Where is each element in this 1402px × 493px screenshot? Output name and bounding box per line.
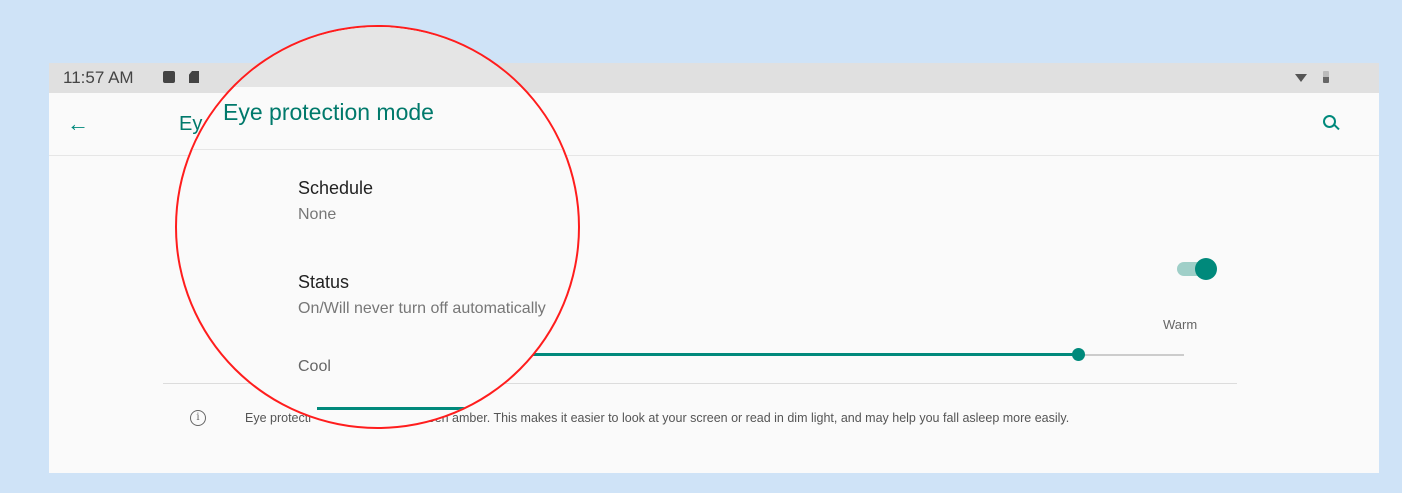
toggle-thumb bbox=[1195, 258, 1217, 280]
info-icon: i bbox=[190, 410, 206, 426]
schedule-title[interactable]: Schedule bbox=[298, 178, 373, 199]
arrow-back-icon[interactable]: ← bbox=[67, 111, 89, 137]
slider-thumb[interactable] bbox=[1071, 348, 1085, 361]
intensity-slider[interactable] bbox=[519, 348, 1184, 361]
magnifier-slider bbox=[317, 407, 467, 410]
page-title: Eye protection mode bbox=[223, 99, 434, 125]
battery-icon bbox=[1323, 71, 1329, 83]
status-value: On/Will never turn off automatically bbox=[298, 300, 546, 317]
image-icon bbox=[163, 71, 175, 83]
magnifier-statusbar bbox=[177, 27, 578, 87]
status-toggle[interactable] bbox=[1177, 258, 1217, 280]
magnifier-slider-segment bbox=[532, 356, 578, 358]
slider-max-label: Warm bbox=[1163, 317, 1198, 332]
status-title[interactable]: Status bbox=[298, 272, 349, 293]
status-time: 11:57 AM bbox=[63, 68, 134, 87]
slider-fill bbox=[519, 353, 1078, 356]
schedule-value: None bbox=[298, 206, 337, 223]
slider-min-label: Cool bbox=[298, 358, 331, 375]
wifi-icon bbox=[1295, 74, 1307, 82]
search-icon[interactable] bbox=[1323, 115, 1340, 131]
magnifier-circle: Eye protection mode Schedule None Status… bbox=[175, 25, 580, 429]
footer-text-main: screen amber. This makes it easier to lo… bbox=[411, 411, 1070, 425]
